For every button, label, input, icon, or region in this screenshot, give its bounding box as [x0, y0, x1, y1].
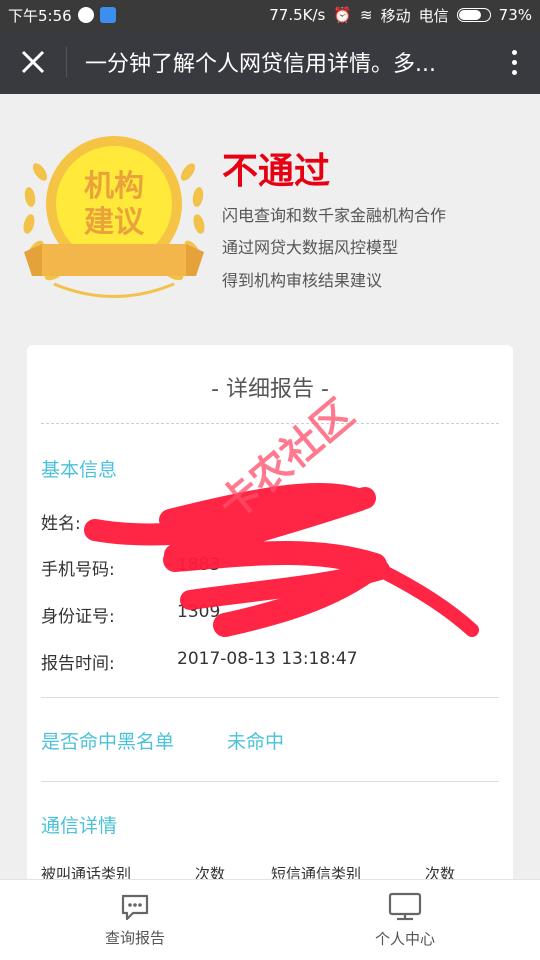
- more-dot-icon: [511, 59, 517, 65]
- status-bar: 下午5:56 77.5K/s ⏰ ≋ 移动 电信 73%: [0, 0, 540, 30]
- bottom-nav: 查询报告 个人中心: [0, 879, 540, 960]
- result-header: 机构 建议 不通过 闪电查询和数千家金融机构合作 通过网贷大数据风控模型 得到机…: [0, 94, 540, 344]
- carrier-mobile: 移动: [380, 6, 411, 25]
- comm-details-title: 通信详情: [41, 815, 118, 837]
- more-dot-icon: [511, 49, 517, 55]
- phone-value: 1883: [177, 555, 221, 575]
- close-button[interactable]: [0, 30, 66, 94]
- chat-icon: [121, 894, 149, 920]
- network-speed: 77.5K/s: [269, 6, 326, 24]
- section-divider: [41, 781, 499, 782]
- nav-query-report-label: 查询报告: [104, 928, 165, 947]
- more-menu-button[interactable]: [488, 30, 540, 94]
- nav-personal-center[interactable]: 个人中心: [270, 880, 540, 960]
- blacklist-value: 未命中: [227, 731, 285, 753]
- monitor-icon: [388, 892, 422, 920]
- name-label: 姓名:: [41, 514, 81, 534]
- report-card: - 详细报告 - 基本信息 姓名: 手机号码: 1883 身份证号: 1309 …: [27, 345, 513, 905]
- carrier-telecom: 电信: [418, 6, 449, 25]
- section-divider: [41, 697, 499, 698]
- more-dot-icon: [511, 69, 517, 75]
- report-title: - 详细报告 -: [211, 377, 329, 402]
- result-desc-3: 得到机构审核结果建议: [222, 271, 383, 290]
- battery-percent: 73%: [498, 6, 532, 24]
- result-status: 不通过: [222, 151, 331, 192]
- dashed-divider: [41, 423, 499, 424]
- app-notification-icon: [99, 7, 116, 23]
- battery-fill: [458, 10, 481, 20]
- report-time-value: 2017-08-13 13:18:47: [177, 649, 358, 669]
- nav-query-report[interactable]: 查询报告: [0, 880, 270, 960]
- blacklist-label: 是否命中黑名单: [41, 731, 175, 753]
- medal-text-line1: 机构: [84, 169, 144, 204]
- status-time: 下午5:56: [8, 6, 72, 25]
- nav-personal-center-label: 个人中心: [374, 929, 435, 948]
- result-desc-2: 通过网贷大数据风控模型: [222, 238, 399, 257]
- alarm-icon: ⏰: [333, 6, 353, 24]
- battery-icon: [456, 8, 491, 22]
- medal-badge-icon: 机构 建议: [23, 136, 205, 298]
- medal-text-line2: 建议: [84, 205, 145, 240]
- basic-info-title: 基本信息: [41, 459, 118, 481]
- wifi-icon: ≋: [360, 6, 373, 24]
- result-desc-1: 闪电查询和数千家金融机构合作: [222, 206, 447, 225]
- phone-label: 手机号码:: [41, 560, 115, 580]
- report-time-label: 报告时间:: [41, 654, 115, 674]
- title-bar: 一分钟了解个人网贷信用详情。多...: [0, 30, 540, 94]
- id-number-label: 身份证号:: [41, 607, 115, 627]
- qq-icon: [77, 7, 94, 23]
- id-number-value: 1309: [177, 602, 221, 622]
- page-title: 一分钟了解个人网贷信用详情。多...: [85, 52, 436, 77]
- close-icon: [21, 50, 45, 74]
